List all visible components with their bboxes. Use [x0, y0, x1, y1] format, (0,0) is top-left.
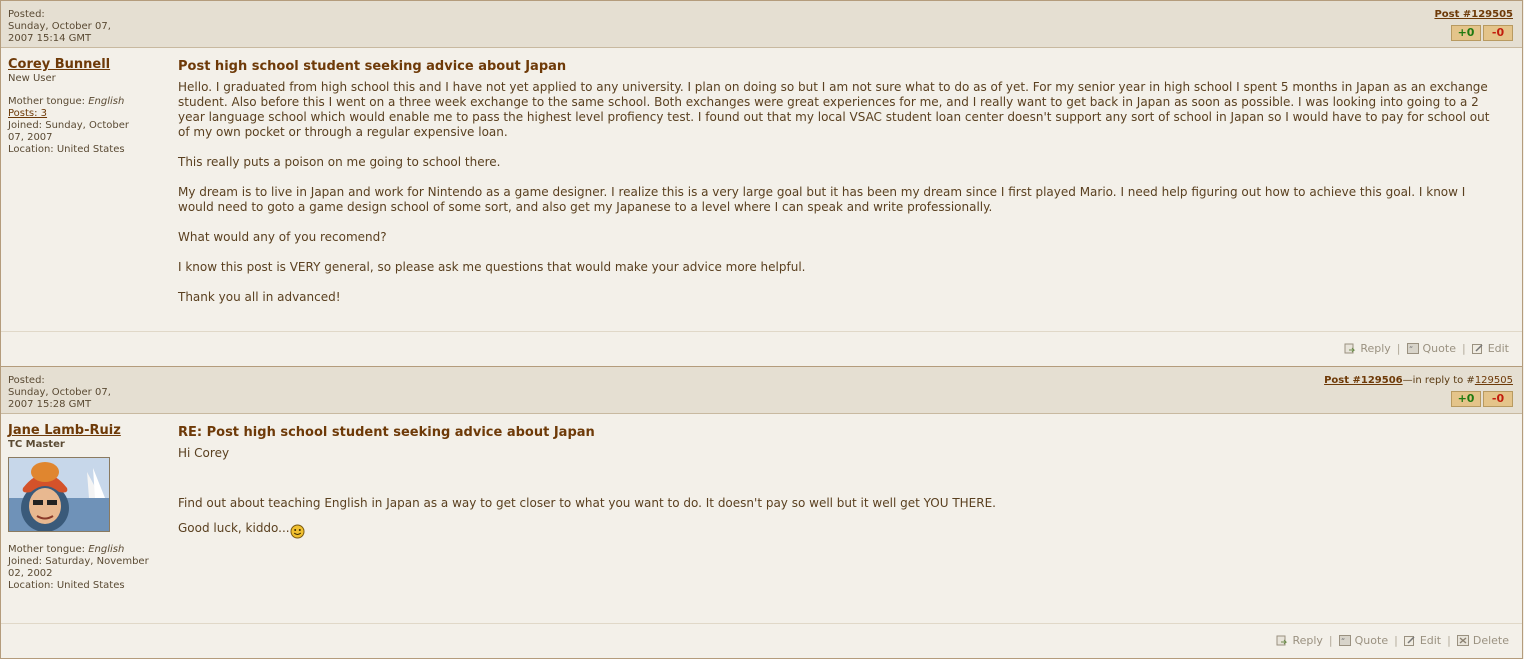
- post-paragraph: I know this post is VERY general, so ple…: [178, 260, 806, 274]
- mother-tongue-label: Mother tongue:: [8, 544, 86, 555]
- author-rank: TC Master: [8, 439, 65, 450]
- author-panel: Corey Bunnell New User Mother tongue: En…: [8, 58, 168, 156]
- quote-label: Quote: [1354, 634, 1389, 647]
- edit-label: Edit: [1487, 342, 1509, 355]
- forum-post: Posted: Sunday, October 07, 2007 15:14 G…: [0, 0, 1523, 366]
- reply-icon: [1344, 343, 1356, 354]
- post-footer: Reply | “ Quote | Edit | Delete: [1, 623, 1522, 658]
- post-greeting: Hi Corey: [178, 446, 230, 460]
- post-id: Post #129505: [1434, 9, 1513, 20]
- joined-line-1: Joined: Saturday, November: [8, 556, 149, 567]
- delete-label: Delete: [1472, 634, 1509, 647]
- post-paragraph: What would any of you recomend?: [178, 230, 387, 244]
- vote-plus-button[interactable]: +0: [1451, 25, 1481, 41]
- edit-button[interactable]: Edit: [1403, 634, 1442, 647]
- author-rank: New User: [8, 73, 56, 84]
- reply-label: Reply: [1360, 342, 1391, 355]
- author-info: Mother tongue: English Posts: 3 Joined: …: [8, 96, 168, 156]
- posted-label: Posted:: [8, 375, 45, 386]
- post-paragraph: Find out about teaching English in Japan…: [178, 496, 996, 510]
- quote-icon: “: [1338, 635, 1351, 646]
- author-info: Mother tongue: English Joined: Saturday,…: [8, 544, 168, 592]
- smiley-icon: [290, 524, 305, 539]
- vote-plus-button[interactable]: +0: [1451, 391, 1481, 407]
- reply-label: Reply: [1292, 634, 1323, 647]
- quote-icon: “: [1406, 343, 1419, 354]
- delete-icon: [1456, 635, 1469, 646]
- posted-time: 2007 15:14 GMT: [8, 33, 92, 44]
- reply-to-text: —in reply to #: [1402, 375, 1475, 386]
- post-title: Post high school student seeking advice …: [178, 59, 567, 74]
- post-paragraph: This really puts a poison on me going to…: [178, 155, 501, 169]
- post-footer: Reply | “ Quote | Edit: [1, 331, 1522, 366]
- mother-tongue: Mother tongue: English: [8, 96, 168, 108]
- quote-button[interactable]: “ Quote: [1406, 342, 1456, 355]
- delete-button[interactable]: Delete: [1456, 634, 1509, 647]
- vote-minus-button[interactable]: -0: [1483, 25, 1513, 41]
- avatar-image: [9, 458, 109, 531]
- post-paragraph-with-smiley: Good luck, kiddo...: [178, 521, 1502, 539]
- divider: |: [1328, 634, 1333, 647]
- posted-time: 2007 15:28 GMT: [8, 399, 92, 410]
- author-name[interactable]: Corey Bunnell: [8, 58, 168, 71]
- mother-tongue-label: Mother tongue:: [8, 96, 86, 107]
- author-panel: Jane Lamb-Ruiz TC Master Mother tongue: …: [8, 424, 168, 592]
- divider: |: [1396, 342, 1401, 355]
- reply-button[interactable]: Reply: [1276, 634, 1323, 647]
- reply-icon: [1276, 635, 1288, 646]
- avatar: [8, 457, 110, 532]
- post-paragraph: Hello. I graduated from high school this…: [178, 80, 1490, 139]
- vote-minus-button[interactable]: -0: [1483, 391, 1513, 407]
- divider: |: [1447, 634, 1451, 647]
- mother-tongue-value: English: [88, 544, 125, 555]
- posted-date: Sunday, October 07,: [8, 21, 111, 32]
- post-content: RE: Post high school student seeking adv…: [178, 425, 1502, 554]
- vote-controls: +0 -0: [1451, 391, 1513, 407]
- vote-controls: +0 -0: [1451, 25, 1513, 41]
- posted-label: Posted:: [8, 9, 45, 20]
- post-title: RE: Post high school student seeking adv…: [178, 425, 595, 440]
- author-location: Location: United States: [8, 580, 125, 591]
- post-paragraph: My dream is to live in Japan and work fo…: [178, 185, 1466, 214]
- svg-text:“: “: [1409, 345, 1413, 354]
- joined-line-2: 02, 2002: [8, 568, 53, 579]
- post-paragraph: Thank you all in advanced!: [178, 290, 341, 304]
- divider: |: [1461, 342, 1466, 355]
- posted-info: Posted: Sunday, October 07, 2007 15:14 G…: [8, 9, 111, 45]
- edit-icon: [1403, 636, 1415, 646]
- divider: |: [1394, 634, 1398, 647]
- quote-label: Quote: [1422, 342, 1456, 355]
- joined-line-1: Joined: Sunday, October: [8, 120, 130, 131]
- posts-count-link[interactable]: Posts: 3: [8, 108, 47, 119]
- forum-post: Posted: Sunday, October 07, 2007 15:28 G…: [0, 366, 1523, 659]
- post-actions: Reply | “ Quote | Edit: [1344, 342, 1509, 355]
- reply-button[interactable]: Reply: [1344, 342, 1391, 355]
- edit-label: Edit: [1419, 634, 1442, 647]
- post-id: Post #129506—in reply to #129505: [1324, 375, 1513, 386]
- post-link[interactable]: Post #129505: [1434, 9, 1513, 20]
- mother-tongue: Mother tongue: English: [8, 544, 168, 556]
- post-content: Post high school student seeking advice …: [178, 59, 1502, 320]
- author-name[interactable]: Jane Lamb-Ruiz: [8, 424, 168, 437]
- post-header: Posted: Sunday, October 07, 2007 15:28 G…: [1, 367, 1522, 414]
- posted-date: Sunday, October 07,: [8, 387, 111, 398]
- posted-info: Posted: Sunday, October 07, 2007 15:28 G…: [8, 375, 111, 411]
- post-paragraph: Good luck, kiddo...: [178, 521, 290, 535]
- quote-button[interactable]: “ Quote: [1338, 634, 1389, 647]
- mother-tongue-value: English: [88, 96, 125, 107]
- post-link[interactable]: Post #129506: [1324, 375, 1403, 386]
- edit-button[interactable]: Edit: [1471, 342, 1509, 355]
- joined-line-2: 07, 2007: [8, 132, 53, 143]
- svg-text:“: “: [1341, 637, 1345, 646]
- author-location: Location: United States: [8, 144, 125, 155]
- edit-icon: [1471, 344, 1483, 354]
- reply-to-link[interactable]: 129505: [1475, 375, 1513, 386]
- post-actions: Reply | “ Quote | Edit | Delete: [1276, 634, 1509, 647]
- post-header: Posted: Sunday, October 07, 2007 15:14 G…: [1, 1, 1522, 48]
